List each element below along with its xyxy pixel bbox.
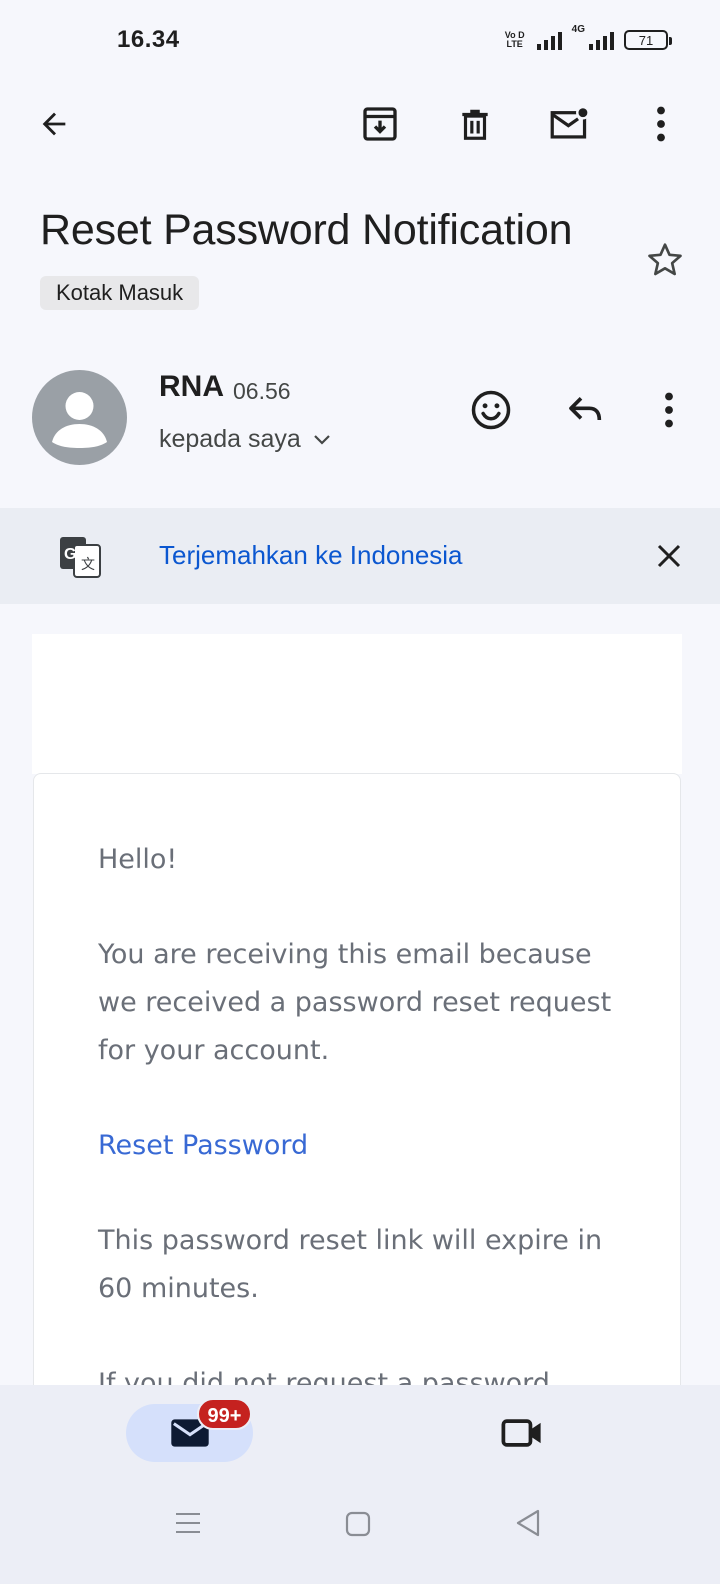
sender-avatar[interactable]	[32, 370, 127, 465]
mark-unread-icon	[550, 105, 590, 139]
system-back-button[interactable]	[514, 1508, 542, 1543]
nav-meet-tab[interactable]	[494, 1405, 550, 1461]
sender-name[interactable]: RNA	[159, 370, 224, 404]
more-vert-icon	[657, 106, 665, 142]
message-more-button[interactable]	[641, 382, 697, 438]
react-emoji-button[interactable]	[463, 382, 519, 438]
status-time: 16.34	[117, 26, 180, 53]
menu-icon	[176, 1513, 200, 1533]
svg-text:文: 文	[81, 557, 95, 573]
translate-link[interactable]: Terjemahkan ke Indonesia	[159, 540, 463, 571]
archive-icon	[363, 107, 397, 141]
emoji-icon	[471, 390, 511, 430]
status-icons: Vo D LTE 4G 71	[503, 24, 672, 56]
reply-button[interactable]	[558, 382, 614, 438]
email-time: 06.56	[233, 378, 291, 404]
home-square-icon	[345, 1511, 371, 1537]
reply-icon	[569, 397, 602, 421]
bottom-navigation	[0, 1385, 720, 1584]
network-type: 4G	[571, 24, 585, 35]
system-menu-button[interactable]	[174, 1510, 202, 1541]
archive-button[interactable]	[352, 96, 408, 152]
signal-icon	[536, 30, 562, 50]
email-subject: Reset Password Notification	[40, 206, 573, 254]
trash-icon	[462, 109, 488, 140]
close-icon	[657, 544, 681, 568]
star-button[interactable]	[637, 232, 693, 288]
more-options-button[interactable]	[633, 96, 689, 152]
battery-level: 71	[638, 32, 654, 48]
signal-icon-2	[589, 30, 614, 50]
person-icon	[52, 392, 107, 448]
system-home-button[interactable]	[344, 1510, 372, 1543]
delete-button[interactable]	[447, 96, 503, 152]
body-greeting: Hello!	[98, 844, 178, 875]
body-paragraph: This password reset link will expire in …	[98, 1225, 603, 1304]
recipients-toggle[interactable]: kepada saya	[159, 425, 331, 454]
recipients-text: kepada saya	[159, 425, 301, 453]
reset-password-link[interactable]: Reset Password	[98, 1130, 308, 1161]
star-icon	[648, 243, 682, 276]
battery-icon: 71	[624, 30, 672, 50]
back-button[interactable]	[26, 96, 82, 152]
arrow-back-icon	[42, 112, 66, 136]
label-chip[interactable]: Kotak Masuk	[40, 276, 200, 310]
video-icon	[501, 1419, 541, 1447]
email-body: Hello! You are receiving this email beca…	[98, 836, 638, 1455]
dismiss-translate-button[interactable]	[641, 528, 697, 584]
translate-icon: G 文	[58, 535, 102, 584]
back-triangle-icon	[516, 1509, 540, 1537]
svg-text:G: G	[64, 546, 76, 563]
body-paragraph: You are receiving this email because we …	[98, 939, 612, 1066]
mark-unread-button[interactable]	[542, 96, 598, 152]
more-vert-icon	[665, 392, 673, 428]
volte-indicator: Vo D LTE	[504, 30, 525, 49]
chevron-down-icon	[314, 434, 330, 445]
unread-badge: 99+	[197, 1398, 252, 1430]
email-header-area	[32, 634, 682, 774]
